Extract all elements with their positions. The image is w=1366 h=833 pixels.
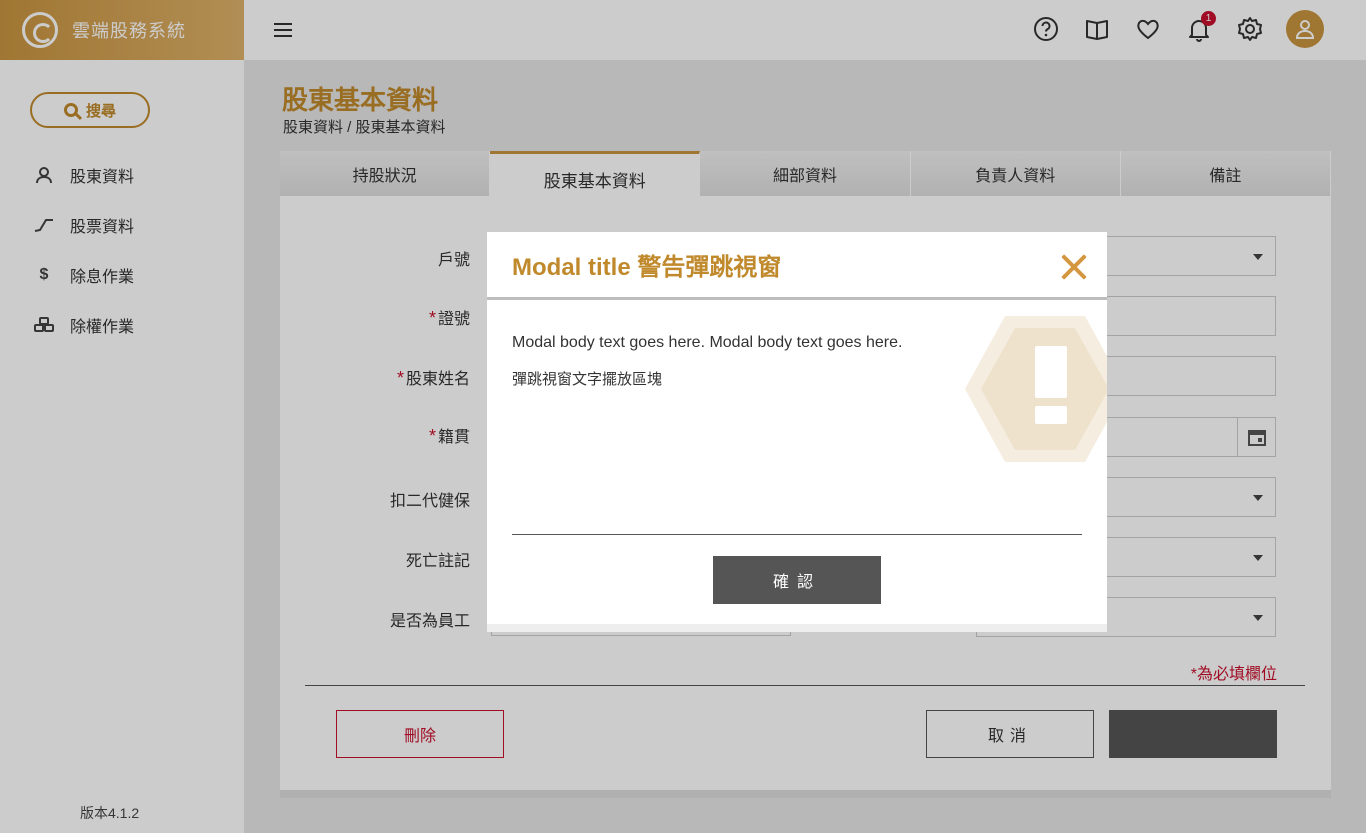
confirm-button[interactable]: 確認	[713, 556, 881, 604]
modal-footer-strip	[487, 624, 1107, 632]
warning-icon	[965, 316, 1107, 462]
modal-body: Modal body text goes here. Modal body te…	[487, 300, 1107, 532]
modal-title: Modal title 警告彈跳視窗	[512, 254, 782, 281]
modal-header: Modal title 警告彈跳視窗	[487, 232, 1107, 300]
warning-modal: Modal title 警告彈跳視窗 Modal body text goes …	[487, 232, 1107, 632]
close-icon[interactable]	[1061, 254, 1087, 280]
modal-divider	[512, 534, 1082, 535]
